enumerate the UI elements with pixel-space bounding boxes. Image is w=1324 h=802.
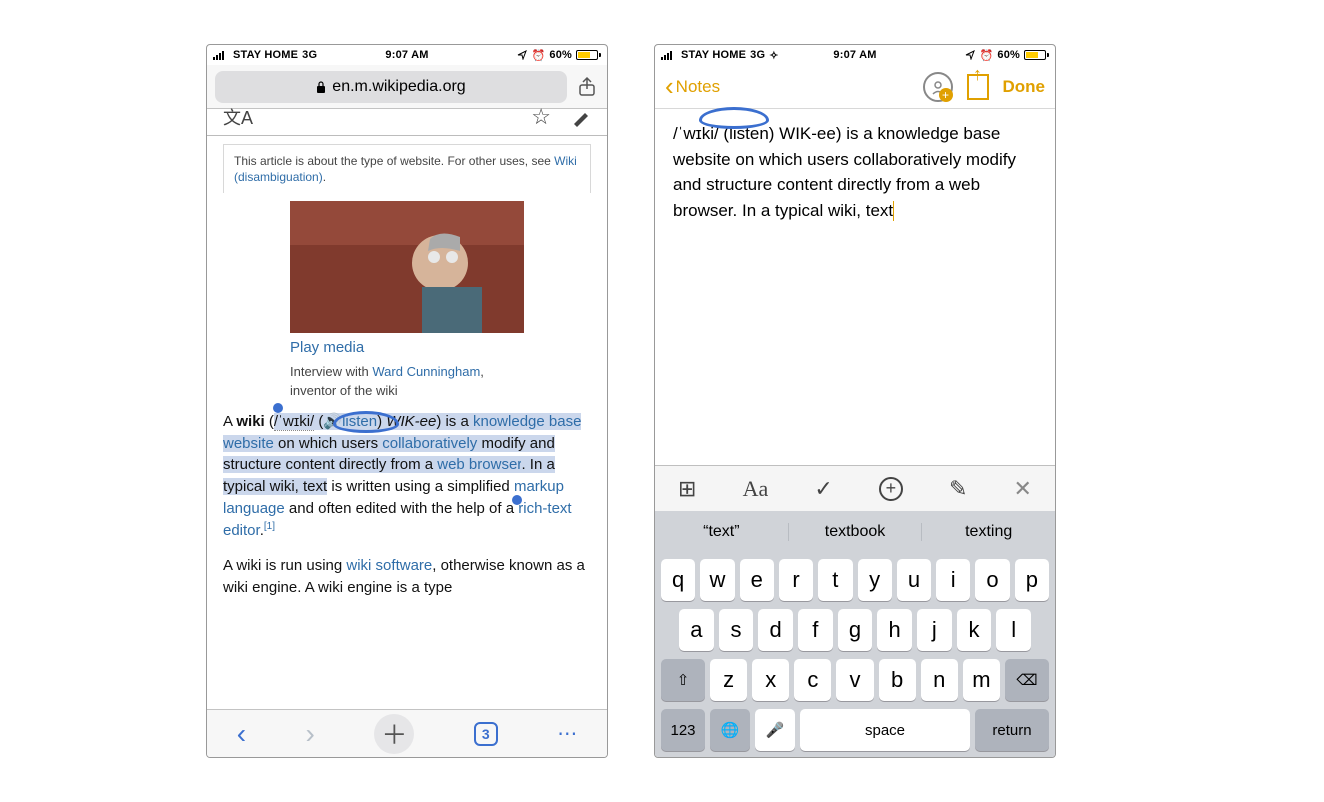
key-v[interactable]: v (836, 659, 873, 701)
share-icon[interactable] (967, 74, 989, 100)
url-text: en.m.wikipedia.org (332, 78, 465, 96)
draw-icon[interactable]: ✎ (949, 476, 967, 502)
table-icon[interactable]: ⊞ (678, 476, 696, 502)
key-n[interactable]: n (921, 659, 958, 701)
key-k[interactable]: k (957, 609, 992, 651)
edit-icon[interactable] (571, 107, 591, 127)
key-r[interactable]: r (779, 559, 813, 601)
keyboard: qwertyuiop asdfghjkl ⇧ zxcvbnm ⌫ 123 🌐 🎤… (655, 553, 1055, 757)
safari-tab-bar: ‹ › ＋ 3 ⋯ (207, 709, 607, 757)
key-i[interactable]: i (936, 559, 970, 601)
key-z[interactable]: z (710, 659, 747, 701)
key-m[interactable]: m (963, 659, 1000, 701)
done-button[interactable]: Done (1003, 77, 1046, 97)
key-x[interactable]: x (752, 659, 789, 701)
loading-icon: ✧ (769, 49, 778, 62)
format-row: ⊞ Aa ✓ + ✎ ✕ (655, 465, 1055, 511)
play-media-link[interactable]: Play media (290, 337, 524, 359)
key-e[interactable]: e (740, 559, 774, 601)
share-icon[interactable] (575, 75, 599, 99)
signal-icon (661, 50, 677, 60)
note-body[interactable]: /ˈwɪki/ (listen) WIK-ee) is a knowledge … (655, 109, 1055, 465)
key-p[interactable]: p (1015, 559, 1049, 601)
article-content: Play media Interview with Ward Cunningha… (207, 193, 607, 709)
notes-navbar: ‹Notes Done (655, 65, 1055, 109)
paragraph-2: A wiki is run using wiki software, other… (223, 555, 591, 599)
return-key[interactable]: return (975, 709, 1049, 751)
key-a[interactable]: a (679, 609, 714, 651)
key-g[interactable]: g (838, 609, 873, 651)
key-w[interactable]: w (700, 559, 734, 601)
key-l[interactable]: l (996, 609, 1031, 651)
dictate-key[interactable]: 🎤 (755, 709, 795, 751)
key-y[interactable]: y (858, 559, 892, 601)
status-bar: STAY HOME 3G ✧ 9:07 AM ⏰ 60% (655, 45, 1055, 65)
caption-link[interactable]: Ward Cunningham (372, 364, 480, 379)
key-d[interactable]: d (758, 609, 793, 651)
backspace-key[interactable]: ⌫ (1005, 659, 1049, 701)
thumbnail-image[interactable] (290, 201, 524, 333)
prediction-row: “text” textbook texting (655, 511, 1055, 553)
tabs-button[interactable]: 3 (474, 722, 498, 746)
battery-icon (576, 50, 601, 60)
url-field[interactable]: en.m.wikipedia.org (215, 71, 567, 103)
key-j[interactable]: j (917, 609, 952, 651)
prediction-3[interactable]: texting (921, 523, 1055, 541)
article-toolbar: 文A ☆ (207, 109, 607, 136)
key-u[interactable]: u (897, 559, 931, 601)
safari-address-bar: en.m.wikipedia.org (207, 65, 607, 109)
space-key[interactable]: space (800, 709, 970, 751)
location-icon (965, 50, 975, 60)
key-c[interactable]: c (794, 659, 831, 701)
add-icon[interactable]: + (879, 477, 903, 501)
time-text: 9:07 AM (385, 49, 428, 61)
key-h[interactable]: h (877, 609, 912, 651)
alarm-icon: ⏰ (979, 49, 993, 62)
key-f[interactable]: f (798, 609, 833, 651)
hatnote-box: This article is about the type of websit… (223, 144, 591, 193)
shift-key[interactable]: ⇧ (661, 659, 705, 701)
thumbnail-caption: Interview with Ward Cunningham, inventor… (290, 363, 524, 401)
prediction-1[interactable]: “text” (655, 523, 788, 541)
key-b[interactable]: b (879, 659, 916, 701)
lock-icon (316, 80, 326, 94)
signal-icon (213, 50, 229, 60)
forward-button[interactable]: › (306, 718, 315, 750)
net-text: 3G (302, 49, 317, 61)
font-icon[interactable]: Aa (743, 476, 769, 502)
lang-icon[interactable]: 文A (223, 104, 253, 130)
key-o[interactable]: o (975, 559, 1009, 601)
battery-percent: 60% (549, 49, 572, 61)
new-tab-button[interactable]: ＋ (374, 714, 414, 754)
note-text: /ˈwɪki/ (listen) WIK-ee) is a knowledge … (673, 124, 1016, 220)
back-button[interactable]: ‹ (237, 718, 246, 750)
key-t[interactable]: t (818, 559, 852, 601)
dismiss-icon[interactable]: ✕ (1013, 476, 1031, 502)
status-bar: STAY HOME 3G 9:07 AM ⏰ 60% (207, 45, 607, 65)
location-icon (517, 50, 527, 60)
globe-key[interactable]: 🌐 (710, 709, 750, 751)
star-icon[interactable]: ☆ (531, 104, 551, 130)
carrier-text: STAY HOME (233, 49, 298, 61)
back-button[interactable]: ‹Notes (665, 71, 720, 102)
key-q[interactable]: q (661, 559, 695, 601)
prediction-2[interactable]: textbook (788, 523, 922, 541)
collaborate-icon[interactable] (923, 72, 953, 102)
battery-icon (1024, 50, 1049, 60)
paragraph-1: A wiki (/ˈwɪki/ (🔊listen) WIK-ee) is a k… (223, 411, 591, 542)
text-cursor (893, 201, 894, 221)
alarm-icon: ⏰ (531, 49, 545, 62)
more-icon[interactable]: ⋯ (557, 721, 577, 746)
checklist-icon[interactable]: ✓ (814, 476, 832, 502)
key-s[interactable]: s (719, 609, 754, 651)
numbers-key[interactable]: 123 (661, 709, 705, 751)
